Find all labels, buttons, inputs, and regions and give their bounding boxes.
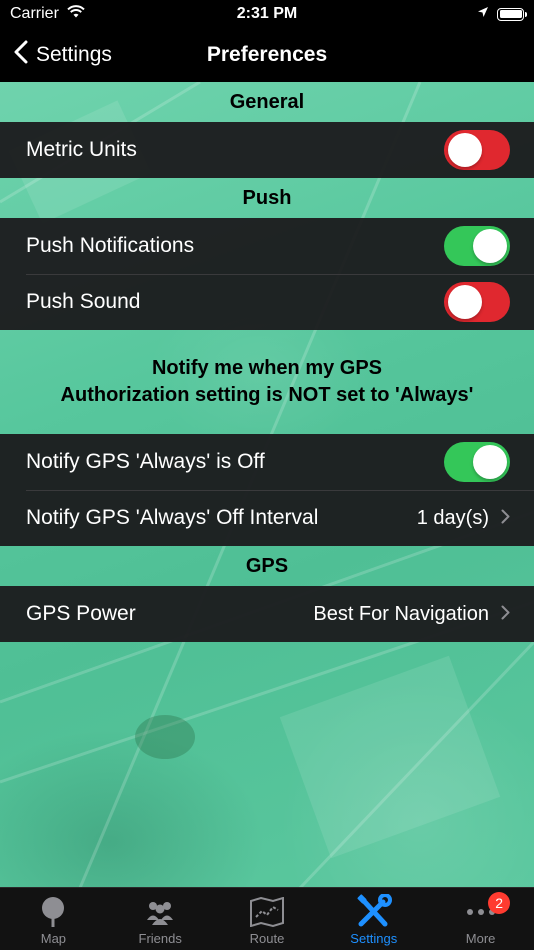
gps-always-off-toggle[interactable] [444,442,510,482]
tab-route-label: Route [249,931,285,946]
friends-icon [144,896,176,928]
gps-always-off-interval-row[interactable]: Notify GPS 'Always' Off Interval 1 day(s… [0,490,534,546]
chevron-right-icon [501,603,510,626]
push-sound-toggle[interactable] [444,282,510,322]
battery-icon [497,7,527,21]
tab-map-label: Map [40,931,67,946]
tab-more[interactable]: More 2 [427,888,534,950]
section-header-gps: GPS [245,554,289,577]
preferences-list: General Metric Units Push Push Notificat… [0,82,534,642]
tab-settings-label: Settings [350,931,398,946]
section-header-general: General [229,90,305,113]
gps-interval-label: Notify GPS 'Always' Off Interval [26,506,319,529]
status-time: 2:31 PM [236,5,298,22]
push-sound-row: Push Sound [0,274,534,330]
chevron-left-icon [14,40,28,70]
tab-map[interactable]: Map [0,888,107,950]
notice-line-2: Authorization setting is NOT set to 'Alw… [60,384,474,406]
back-button[interactable]: Settings [0,40,112,70]
settings-tools-icon [355,894,393,928]
gps-always-off-row: Notify GPS 'Always' is Off [0,434,534,490]
push-sound-label: Push Sound [26,290,141,313]
push-notifications-toggle[interactable] [444,226,510,266]
push-notifications-label: Push Notifications [26,234,195,257]
map-pin-icon [39,896,67,928]
gps-power-value: Best For Navigation [313,602,489,625]
gps-authorization-notice: Notify me when my GPS Authorization sett… [0,330,534,434]
route-map-icon [249,896,285,928]
gps-power-row[interactable]: GPS Power Best For Navigation [0,586,534,642]
tab-route[interactable]: Route [214,888,321,950]
tab-more-label: More [465,931,496,946]
chevron-right-icon [501,507,510,530]
push-notifications-row: Push Notifications [0,218,534,274]
tab-bar: Map Friends Route Settings More 2 [0,887,534,950]
metric-units-label: Metric Units [26,138,137,161]
status-bar: Carrier 2:31 PM [0,0,534,28]
gps-interval-value: 1 day(s) [416,506,489,529]
metric-units-row: Metric Units [0,122,534,178]
gps-always-off-label: Notify GPS 'Always' is Off [26,450,265,473]
tab-friends-label: Friends [138,931,182,946]
gps-power-label: GPS Power [26,602,136,625]
section-header-push: Push [242,186,292,209]
navigation-bar: Settings Preferences [0,28,534,82]
notice-line-1: Notify me when my GPS [151,357,383,379]
tab-settings[interactable]: Settings [320,888,427,950]
notification-badge: 2 [488,892,511,914]
tab-friends[interactable]: Friends [107,888,214,950]
back-button-label: Settings [36,43,112,66]
metric-units-toggle[interactable] [444,130,510,170]
